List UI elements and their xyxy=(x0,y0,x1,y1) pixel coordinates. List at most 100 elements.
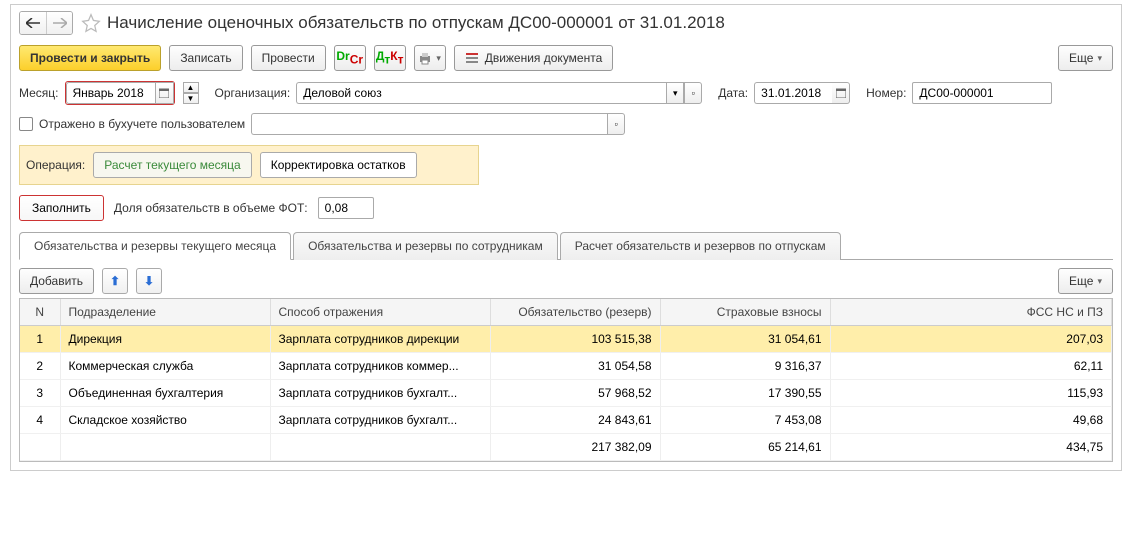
fot-input[interactable] xyxy=(318,197,374,219)
cell-reserve: 24 843,61 xyxy=(490,407,660,434)
org-field-group: ▾ ▫ xyxy=(296,82,702,104)
data-table: N Подразделение Способ отражения Обязате… xyxy=(20,299,1112,461)
print-menu-button[interactable]: ▾ xyxy=(414,45,446,71)
org-dropdown-button[interactable]: ▾ xyxy=(666,82,684,104)
reflected-user-input[interactable] xyxy=(251,113,607,135)
back-button[interactable] xyxy=(20,12,46,34)
cell-method: Зарплата сотрудников бухгалт... xyxy=(270,407,490,434)
post-and-close-button[interactable]: Провести и закрыть xyxy=(19,45,161,71)
cell-dept: Объединенная бухгалтерия xyxy=(60,380,270,407)
table-row[interactable]: 2Коммерческая службаЗарплата сотрудников… xyxy=(20,353,1112,380)
table-row[interactable]: 1ДирекцияЗарплата сотрудников дирекции10… xyxy=(20,326,1112,353)
nav-history xyxy=(19,11,73,35)
table-header-row: N Подразделение Способ отражения Обязате… xyxy=(20,299,1112,326)
more-button[interactable]: Еще▾ xyxy=(1058,45,1113,71)
col-dept[interactable]: Подразделение xyxy=(60,299,270,326)
cell-method: Зарплата сотрудников коммер... xyxy=(270,353,490,380)
date-calendar-button[interactable] xyxy=(832,82,850,104)
tab-current-month[interactable]: Обязательства и резервы текущего месяца xyxy=(19,232,291,260)
cell-method: Зарплата сотрудников дирекции xyxy=(270,326,490,353)
cell-reserve: 57 968,52 xyxy=(490,380,660,407)
fot-label: Доля обязательств в объеме ФОТ: xyxy=(114,201,308,215)
col-n[interactable]: N xyxy=(20,299,60,326)
cell-fss: 49,68 xyxy=(830,407,1112,434)
cell-reserve: 103 515,38 xyxy=(490,326,660,353)
data-table-wrap: N Подразделение Способ отражения Обязате… xyxy=(19,298,1113,462)
post-button[interactable]: Провести xyxy=(251,45,326,71)
date-input[interactable] xyxy=(754,82,832,104)
calendar-icon xyxy=(836,88,846,98)
header-fields-row: Месяц: ▲ ▼ Организация: ▾ ▫ Дата: Номер: xyxy=(19,81,1113,105)
dr-cr-button[interactable]: DrCr xyxy=(334,45,366,71)
fill-row: Заполнить Доля обязательств в объеме ФОТ… xyxy=(19,195,1113,221)
page-title: Начисление оценочных обязательств по отп… xyxy=(107,13,725,33)
dt-kt-button[interactable]: ДтКт xyxy=(374,45,406,71)
table-row[interactable]: 4Складское хозяйствоЗарплата сотрудников… xyxy=(20,407,1112,434)
table-toolbar: Добавить ⬆ ⬇ Еще▾ xyxy=(19,268,1113,294)
col-fss[interactable]: ФСС НС и ПЗ xyxy=(830,299,1112,326)
table-totals-row: 217 382,09 65 214,61 434,75 xyxy=(20,434,1112,461)
operation-row: Операция: Расчет текущего месяца Коррект… xyxy=(19,145,479,185)
print-icon xyxy=(418,51,432,65)
operation-calc-current-button[interactable]: Расчет текущего месяца xyxy=(93,152,251,178)
reflected-open-button[interactable]: ▫ xyxy=(607,113,625,135)
reflected-label: Отражено в бухучете пользователем xyxy=(39,117,245,131)
org-input[interactable] xyxy=(296,82,666,104)
date-field-group xyxy=(754,82,850,104)
move-up-button[interactable]: ⬆ xyxy=(102,268,128,294)
reflected-row: Отражено в бухучете пользователем ▫ xyxy=(19,113,1113,135)
month-spinner: ▲ ▼ xyxy=(183,82,199,104)
month-up-button[interactable]: ▲ xyxy=(183,82,199,93)
reflected-checkbox[interactable] xyxy=(19,117,33,131)
fill-button[interactable]: Заполнить xyxy=(19,195,104,221)
month-field-group xyxy=(65,81,175,105)
cell-insurance: 17 390,55 xyxy=(660,380,830,407)
table-row[interactable]: 3Объединенная бухгалтерияЗарплата сотруд… xyxy=(20,380,1112,407)
col-insurance[interactable]: Страховые взносы xyxy=(660,299,830,326)
cell-insurance: 7 453,08 xyxy=(660,407,830,434)
total-reserve: 217 382,09 xyxy=(490,434,660,461)
cell-fss: 115,93 xyxy=(830,380,1112,407)
number-label: Номер: xyxy=(866,86,906,100)
month-calendar-button[interactable] xyxy=(156,82,174,104)
cell-dept: Дирекция xyxy=(60,326,270,353)
forward-button[interactable] xyxy=(46,12,72,34)
cell-reserve: 31 054,58 xyxy=(490,353,660,380)
cell-dept: Коммерческая служба xyxy=(60,353,270,380)
cell-n: 4 xyxy=(20,407,60,434)
tab-calculation[interactable]: Расчет обязательств и резервов по отпуск… xyxy=(560,232,841,260)
col-reserve[interactable]: Обязательство (резерв) xyxy=(490,299,660,326)
number-input[interactable] xyxy=(912,82,1052,104)
movements-icon xyxy=(465,51,479,65)
cell-n: 1 xyxy=(20,326,60,353)
main-toolbar: Провести и закрыть Записать Провести DrC… xyxy=(19,45,1113,71)
total-fss: 434,75 xyxy=(830,434,1112,461)
cell-fss: 207,03 xyxy=(830,326,1112,353)
col-method[interactable]: Способ отражения xyxy=(270,299,490,326)
add-row-button[interactable]: Добавить xyxy=(19,268,94,294)
cell-method: Зарплата сотрудников бухгалт... xyxy=(270,380,490,407)
operation-label: Операция: xyxy=(26,158,85,172)
favorite-icon[interactable] xyxy=(81,13,101,33)
cell-n: 3 xyxy=(20,380,60,407)
titlebar: Начисление оценочных обязательств по отп… xyxy=(19,11,1113,35)
total-insurance: 65 214,61 xyxy=(660,434,830,461)
cell-fss: 62,11 xyxy=(830,353,1112,380)
move-down-button[interactable]: ⬇ xyxy=(136,268,162,294)
org-open-button[interactable]: ▫ xyxy=(684,82,702,104)
cell-insurance: 31 054,61 xyxy=(660,326,830,353)
save-button[interactable]: Записать xyxy=(169,45,242,71)
org-label: Организация: xyxy=(215,86,291,100)
date-label: Дата: xyxy=(718,86,748,100)
month-label: Месяц: xyxy=(19,86,59,100)
operation-correction-button[interactable]: Корректировка остатков xyxy=(260,152,417,178)
tab-bar: Обязательства и резервы текущего месяца … xyxy=(19,231,1113,260)
table-more-button[interactable]: Еще▾ xyxy=(1058,268,1113,294)
cell-dept: Складское хозяйство xyxy=(60,407,270,434)
reflected-user-group: ▫ xyxy=(251,113,625,135)
movements-button[interactable]: Движения документа xyxy=(454,45,614,71)
cell-insurance: 9 316,37 xyxy=(660,353,830,380)
tab-by-employees[interactable]: Обязательства и резервы по сотрудникам xyxy=(293,232,558,260)
month-input[interactable] xyxy=(66,82,156,104)
month-down-button[interactable]: ▼ xyxy=(183,93,199,104)
